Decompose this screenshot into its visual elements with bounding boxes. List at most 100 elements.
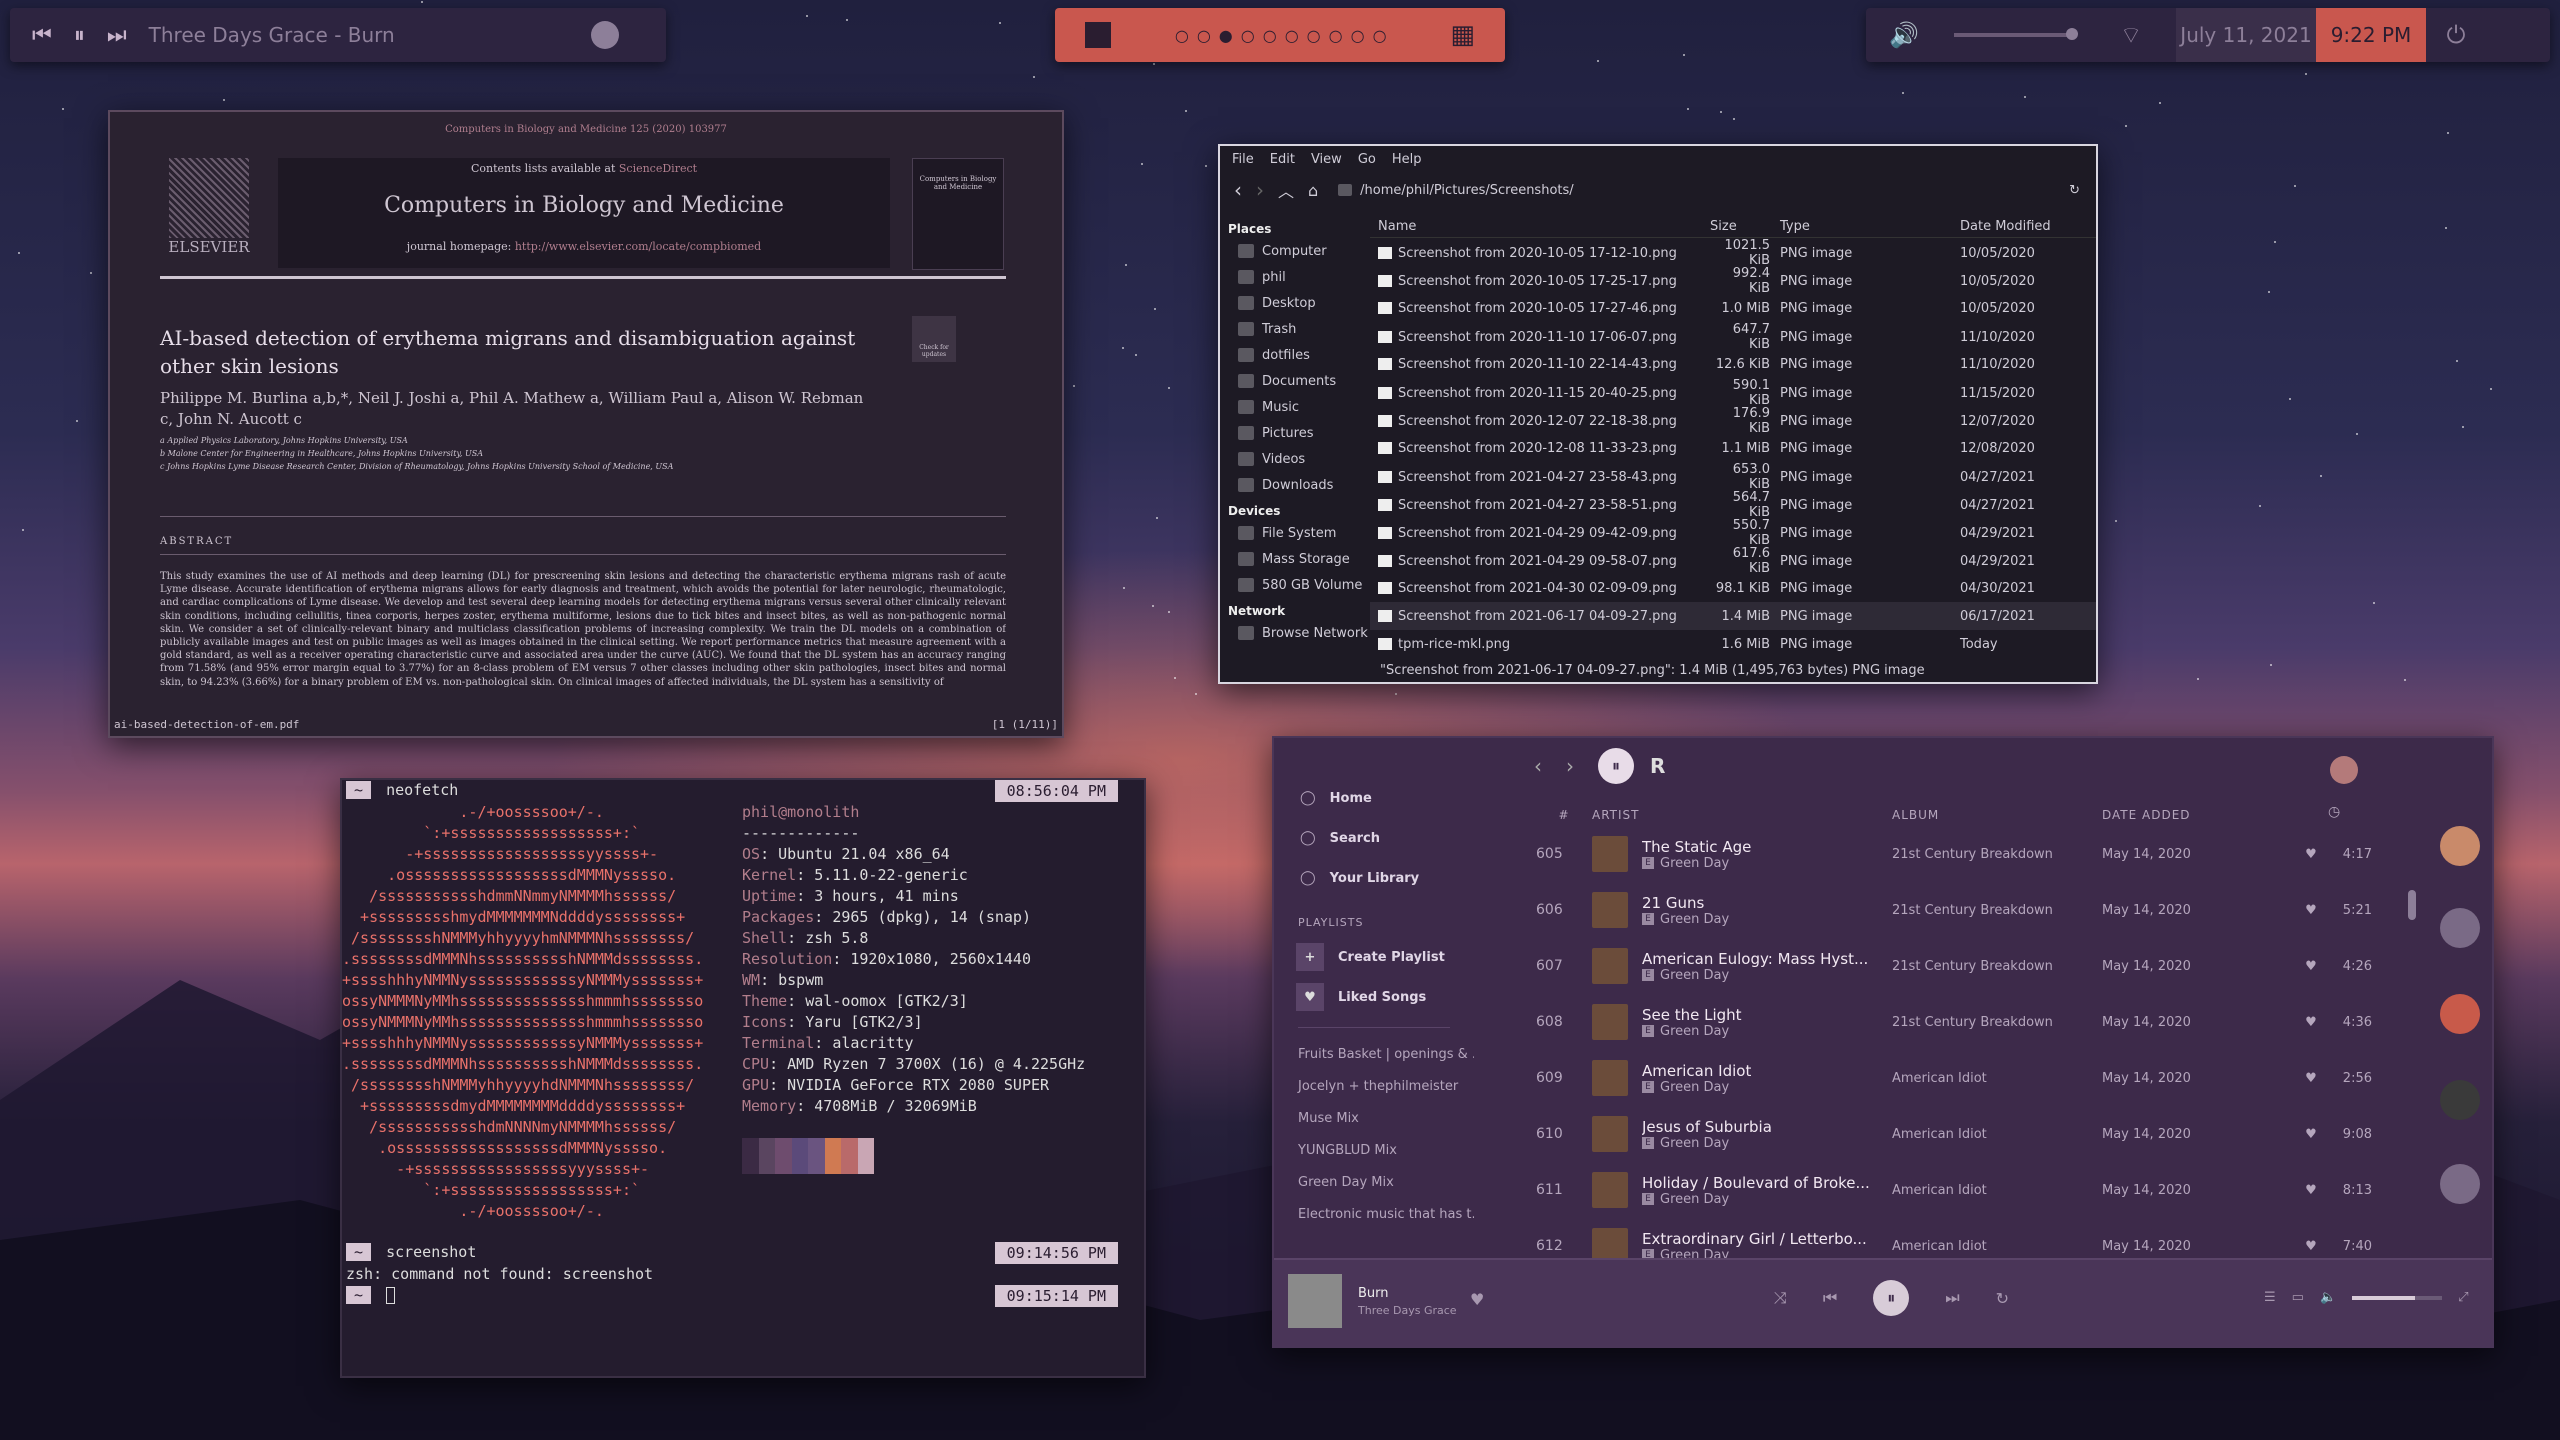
back-icon[interactable]: ‹: [1234, 178, 1242, 202]
like-icon[interactable]: ♥: [2305, 1183, 2317, 1198]
table-row[interactable]: Screenshot from 2020-10-05 17-27-46.png 1…: [1370, 294, 2096, 322]
nav-search[interactable]: ◯ Search: [1274, 818, 1474, 858]
menu-file[interactable]: File: [1232, 152, 1254, 167]
friend-avatar-2[interactable]: [2440, 908, 2480, 948]
workspace-8[interactable]: ○: [1329, 26, 1343, 45]
sidebar-item-trash[interactable]: Trash: [1220, 316, 1370, 342]
sidebar-item-music[interactable]: Music: [1220, 394, 1370, 420]
track-row[interactable]: 609 American Idiot E Green Day American Idio…: [1536, 1050, 2402, 1106]
like-icon[interactable]: ♥: [2305, 1127, 2317, 1142]
playlist-item[interactable]: Electronic music that has t...: [1274, 1198, 1474, 1230]
workspace-9[interactable]: ○: [1351, 26, 1365, 45]
np-volume-slider[interactable]: [2352, 1295, 2443, 1300]
forward-icon[interactable]: ›: [1256, 178, 1264, 202]
track-row[interactable]: 610 Jesus of Suburbia E Green Day American I…: [1536, 1106, 2402, 1162]
previous-track-icon[interactable]: ⏮: [32, 23, 52, 48]
sidebar-item-desktop[interactable]: Desktop: [1220, 290, 1370, 316]
queue-icon[interactable]: ☰: [2264, 1290, 2276, 1305]
prev-icon[interactable]: ⏮: [1823, 1288, 1837, 1308]
workspace-10[interactable]: ○: [1373, 26, 1387, 45]
friend-avatar-4[interactable]: [2440, 1080, 2480, 1120]
nav-home[interactable]: ◯ Home: [1274, 778, 1474, 818]
playlist-item[interactable]: YUNGBLUD Mix: [1274, 1134, 1474, 1166]
sidebar-item-dotfiles[interactable]: dotfiles: [1220, 342, 1370, 368]
location-bar[interactable]: /home/phil/Pictures/Screenshots/ ↻: [1332, 177, 2086, 203]
playlist-item[interactable]: Green Day Mix: [1274, 1166, 1474, 1198]
table-row[interactable]: Screenshot from 2020-11-10 17-06-07.png 6…: [1370, 322, 2096, 352]
repeat-icon[interactable]: ↻: [1996, 1289, 2009, 1308]
nav-back-icon[interactable]: ‹: [1534, 754, 1542, 778]
workspace-4[interactable]: ○: [1241, 26, 1255, 45]
track-row[interactable]: 611 Holiday / Boulevard of Broke... E Green…: [1536, 1162, 2402, 1218]
friend-avatar-5[interactable]: [2440, 1164, 2480, 1204]
sidebar-item-580-gb-volume[interactable]: 580 GB Volume: [1220, 572, 1370, 598]
volume-slider[interactable]: [1954, 28, 2078, 40]
table-row[interactable]: Screenshot from 2020-12-08 11-33-23.png 1…: [1370, 434, 2096, 462]
volume-knob[interactable]: [2066, 28, 2078, 40]
table-row[interactable]: tpm-rice-mkl.png 1.6 MiB PNG image Today: [1370, 630, 2096, 658]
sidebar-item-computer[interactable]: Computer: [1220, 238, 1370, 264]
next-track-icon[interactable]: ⏭: [107, 23, 127, 48]
friend-avatar-3[interactable]: [2440, 994, 2480, 1034]
heart-icon[interactable]: ♥: [1470, 1290, 1484, 1309]
like-icon[interactable]: ♥: [2305, 847, 2317, 862]
table-row[interactable]: Screenshot from 2021-04-27 23-58-43.png 6…: [1370, 462, 2096, 492]
devices-icon[interactable]: ▭: [2292, 1290, 2304, 1305]
shuffle-icon[interactable]: ⤨: [1774, 1288, 1787, 1308]
menu-view[interactable]: View: [1311, 152, 1342, 167]
np-artist[interactable]: Three Days Grace: [1358, 1304, 1457, 1317]
table-row[interactable]: Screenshot from 2020-11-10 22-14-43.png 1…: [1370, 350, 2096, 378]
sidebar-item-mass-storage[interactable]: Mass Storage: [1220, 546, 1370, 572]
track-row[interactable]: 607 American Eulogy: Mass Hyst... E Green D…: [1536, 938, 2402, 994]
track-row[interactable]: 605 The Static Age E Green Day 21st Century …: [1536, 826, 2402, 882]
column-date-modified[interactable]: Date Modified: [1960, 219, 2096, 234]
next-icon[interactable]: ⏭: [1945, 1288, 1959, 1308]
sidebar-item-phil[interactable]: phil: [1220, 264, 1370, 290]
column-size[interactable]: Size: [1710, 219, 1780, 234]
playlist-item[interactable]: Fruits Basket | openings & ...: [1274, 1038, 1474, 1070]
create-playlist-button[interactable]: + Create Playlist: [1274, 937, 1474, 977]
table-row[interactable]: Screenshot from 2021-04-27 23-58-51.png 5…: [1370, 490, 2096, 520]
table-row[interactable]: Screenshot from 2020-10-05 17-25-17.png 9…: [1370, 266, 2096, 296]
workspace-6[interactable]: ○: [1285, 26, 1299, 45]
like-icon[interactable]: ♥: [2305, 1015, 2317, 1030]
volume-icon[interactable]: 🔊: [1866, 21, 1942, 49]
track-row[interactable]: 606 21 Guns E Green Day 21st Century Breakdo…: [1536, 882, 2402, 938]
playlist-item[interactable]: Muse Mix: [1274, 1102, 1474, 1134]
wifi-icon[interactable]: ⌔: [2086, 20, 2176, 50]
column-type[interactable]: Type: [1780, 219, 1960, 234]
nav-forward-icon[interactable]: ›: [1566, 754, 1574, 778]
workspace-5[interactable]: ○: [1263, 26, 1277, 45]
workspace-2[interactable]: ○: [1197, 26, 1211, 45]
sidebar-item-downloads[interactable]: Downloads: [1220, 472, 1370, 498]
reload-icon[interactable]: ↻: [2069, 183, 2080, 198]
like-icon[interactable]: ♥: [2305, 1239, 2317, 1254]
sidebar-item-file-system[interactable]: File System: [1220, 520, 1370, 546]
column-name[interactable]: Name: [1378, 219, 1710, 234]
power-icon[interactable]: ⏻: [2426, 21, 2486, 49]
user-avatar[interactable]: [2330, 756, 2358, 784]
table-row[interactable]: Screenshot from 2020-11-15 20-40-25.png 5…: [1370, 378, 2096, 408]
menu-help[interactable]: Help: [1392, 152, 1422, 167]
sidebar-item-pictures[interactable]: Pictures: [1220, 420, 1370, 446]
sciencedirect-link[interactable]: ScienceDirect: [619, 162, 697, 175]
menu-go[interactable]: Go: [1358, 152, 1376, 167]
like-icon[interactable]: ♥: [2305, 959, 2317, 974]
cursor[interactable]: [386, 1287, 396, 1304]
fullscreen-icon[interactable]: ⤢: [2458, 1290, 2468, 1305]
np-title[interactable]: Burn: [1358, 1286, 1389, 1301]
nav-your-library[interactable]: ◯ Your Library: [1274, 858, 1474, 898]
up-icon[interactable]: ︿: [1278, 178, 1294, 202]
check-updates-badge[interactable]: Check for updates: [912, 316, 956, 362]
pause-icon[interactable]: ⏸: [74, 23, 85, 48]
table-row[interactable]: Screenshot from 2021-06-17 04-09-27.png 1…: [1370, 602, 2096, 630]
table-row[interactable]: Screenshot from 2021-04-29 09-58-07.png 6…: [1370, 546, 2096, 576]
track-row[interactable]: 608 See the Light E Green Day 21st Century B…: [1536, 994, 2402, 1050]
friend-avatar-1[interactable]: [2440, 826, 2480, 866]
liked-songs-button[interactable]: ♥ Liked Songs: [1274, 977, 1474, 1017]
table-row[interactable]: Screenshot from 2020-10-05 17-12-10.png 1…: [1370, 238, 2096, 268]
workspace-1[interactable]: ○: [1175, 26, 1189, 45]
like-icon[interactable]: ♥: [2305, 903, 2317, 918]
homepage-link[interactable]: http://www.elsevier.com/locate/compbiome…: [515, 240, 761, 253]
sidebar-item-browse-network[interactable]: Browse Network: [1220, 620, 1370, 646]
